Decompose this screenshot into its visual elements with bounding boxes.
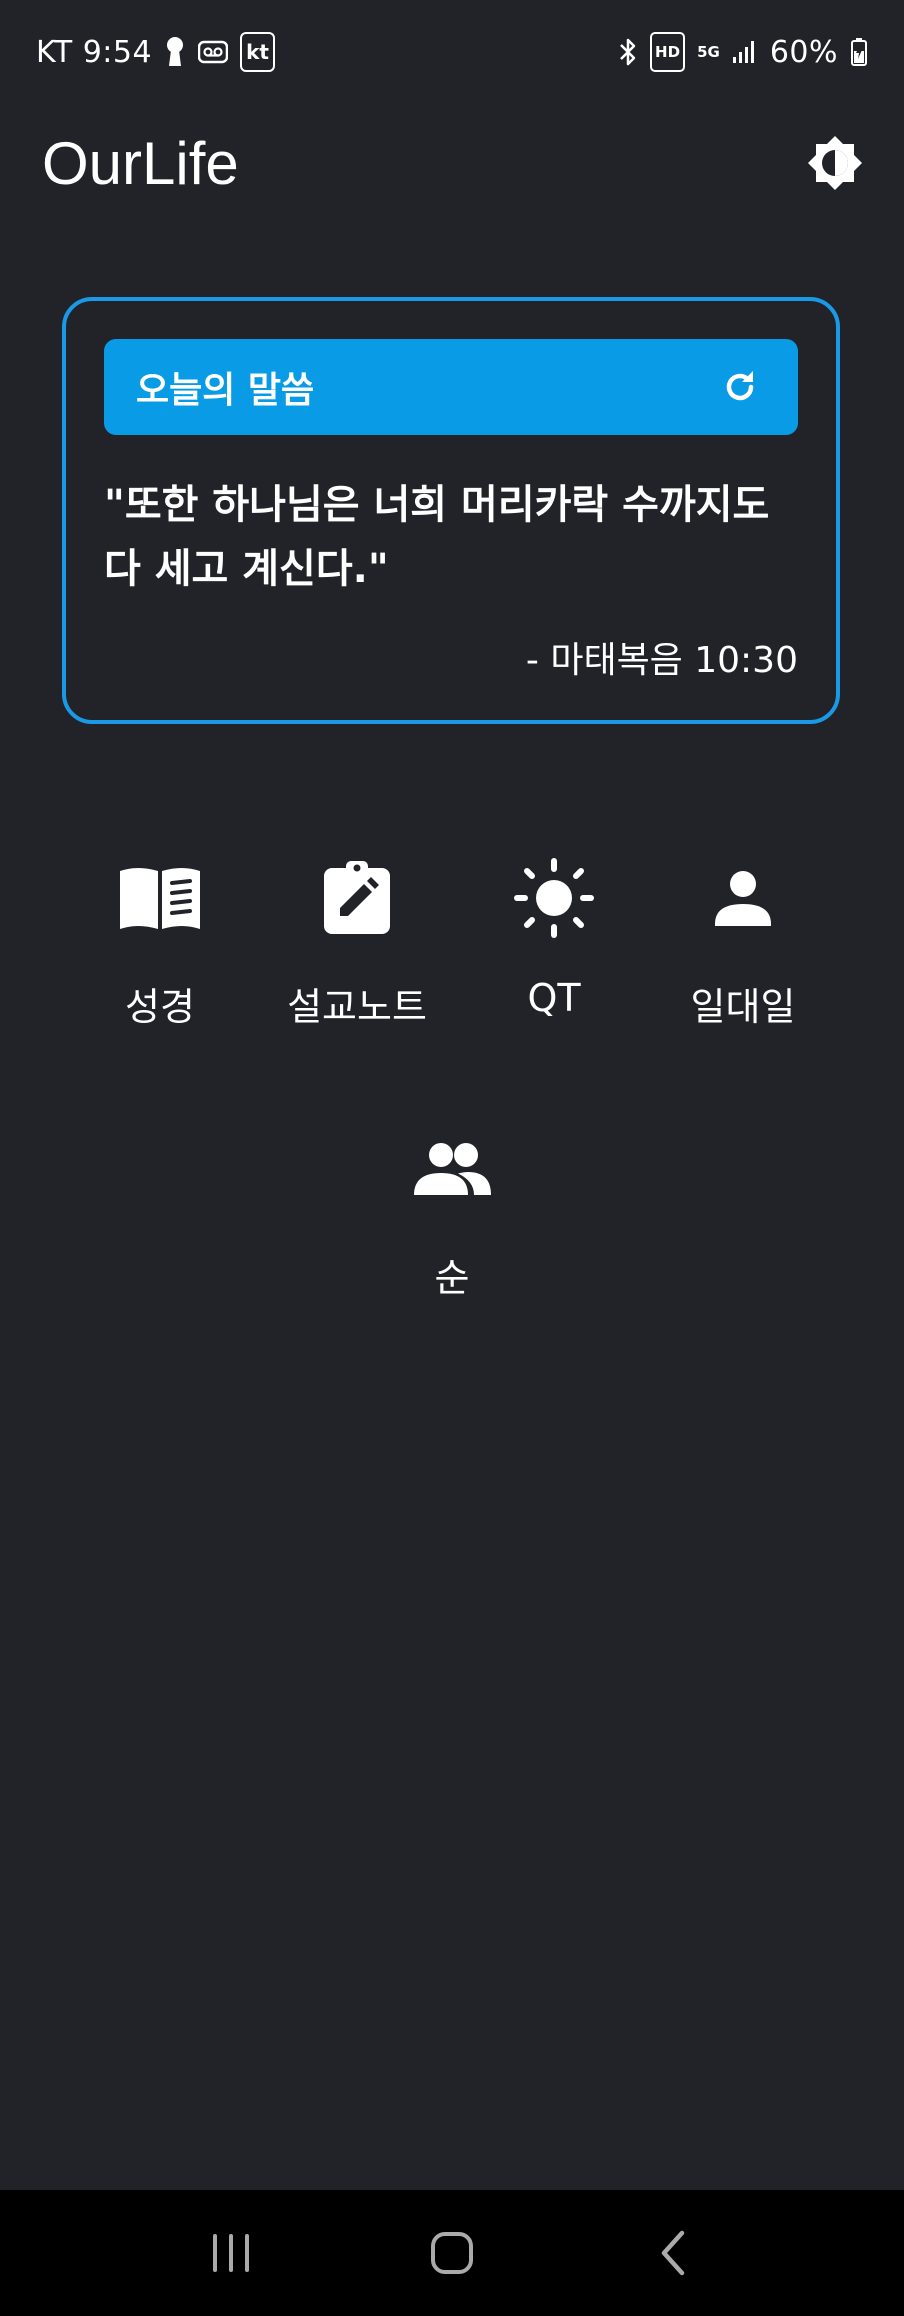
menu-one-on-one[interactable]: 일대일 [648,848,838,1048]
status-left: KT 9:54 kt [36,32,275,72]
recent-apps-icon [212,2234,249,2272]
status-right: HD 5G 60% [618,32,868,72]
app-bar: OurLife [0,110,904,216]
back-icon [662,2230,685,2276]
carrier-time: KT 9:54 [36,34,153,70]
word-card-header: 오늘의 말씀 [104,339,798,435]
battery-percent: 60% [769,34,838,70]
status-bar: KT 9:54 kt HD 5G 60% [0,0,904,104]
clipboard-edit-icon [307,848,407,948]
theme-toggle-button[interactable] [802,130,868,196]
menu-one-on-one-label: 일대일 [690,985,796,1029]
network-5g-label: 5G [697,43,720,61]
brightness-icon [808,136,862,190]
people-icon [402,1119,502,1219]
book-icon [110,848,210,948]
menu-qt-label: QT [527,976,581,1020]
sun-icon [504,848,604,948]
voicemail-icon [198,32,229,72]
word-card-title: 오늘의 말씀 [136,370,315,411]
menu-soon[interactable]: 순 [357,1119,547,1319]
signal-icon [732,32,758,72]
menu-sermon-note-label: 설교노트 [287,985,427,1029]
word-of-day-card: 오늘의 말씀 "또한 하나님은 너희 머리카락 수까지도 다 세고 계신다." … [62,297,840,724]
menu-qt[interactable]: QT [459,848,649,1048]
back-button[interactable] [623,2203,723,2303]
word-verse: "또한 하나님은 너희 머리카락 수까지도 다 세고 계신다." [104,482,770,592]
battery-charging-icon [850,32,868,72]
menu-bible-label: 성경 [125,985,195,1029]
word-reference: - 마태복음 10:30 [525,640,798,681]
refresh-button[interactable] [712,359,768,415]
menu-bible[interactable]: 성경 [65,848,255,1048]
system-nav-bar [0,2190,904,2316]
kt-badge: kt [240,32,275,72]
person-icon [693,848,793,948]
menu-sermon-note[interactable]: 설교노트 [262,848,452,1048]
refresh-icon [726,371,754,401]
app-title: OurLife [42,129,239,197]
home-icon [430,2232,473,2274]
menu-soon-label: 순 [434,1256,470,1300]
hd-badge: HD [650,32,686,72]
bluetooth-icon [618,32,638,72]
recent-apps-button[interactable] [181,2203,281,2303]
keyhole-icon [164,32,186,72]
home-button[interactable] [402,2203,502,2303]
app-screen: KT 9:54 kt HD 5G 60% OurLife 오늘의 말씀 "또한 … [0,0,904,2316]
